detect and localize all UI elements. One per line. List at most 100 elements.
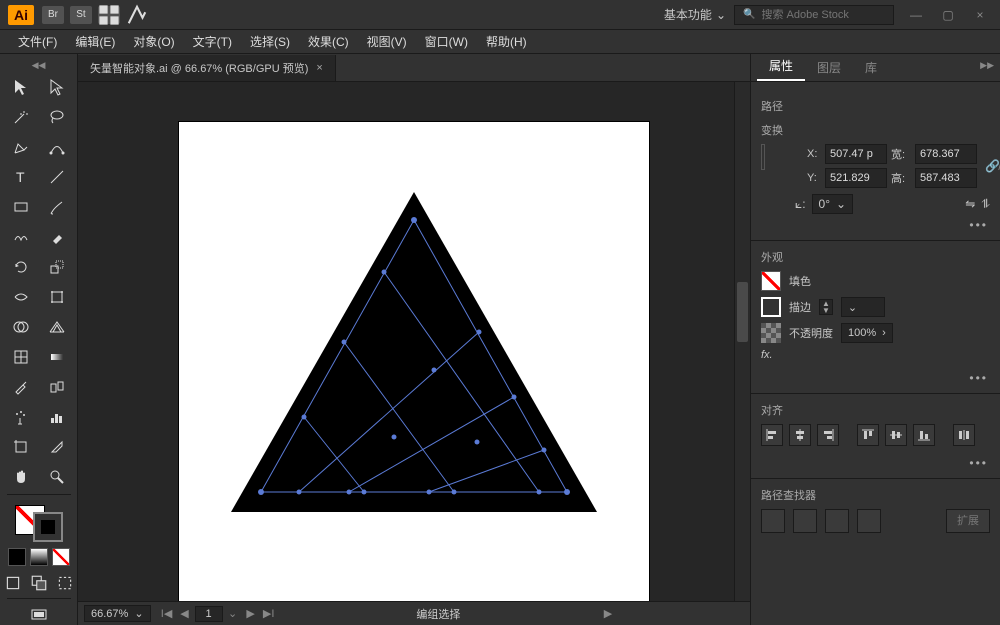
fx-label[interactable]: fx. bbox=[761, 349, 773, 361]
align-left-button[interactable] bbox=[761, 424, 783, 446]
zoom-select[interactable]: 66.67% ⌄ bbox=[84, 605, 151, 622]
menu-object[interactable]: 对象(O) bbox=[125, 30, 182, 53]
document-tab[interactable]: 矢量智能对象.ai @ 66.67% (RGB/GPU 预览) × bbox=[78, 55, 336, 81]
shaper-tool[interactable] bbox=[5, 224, 37, 250]
appearance-more-options[interactable]: ••• bbox=[761, 367, 990, 389]
flip-vertical-icon[interactable]: ⥮ bbox=[981, 197, 990, 212]
symbol-sprayer-tool[interactable] bbox=[5, 404, 37, 430]
pathfinder-expand-button[interactable]: 扩展 bbox=[946, 509, 990, 533]
y-input[interactable] bbox=[825, 168, 887, 188]
last-artboard-button[interactable]: ▶I bbox=[261, 607, 277, 620]
zoom-tool[interactable] bbox=[41, 464, 73, 490]
status-play-icon[interactable]: ▶ bbox=[600, 607, 616, 620]
search-input[interactable] bbox=[761, 9, 885, 21]
lasso-tool[interactable] bbox=[41, 104, 73, 130]
shape-builder-tool[interactable] bbox=[5, 314, 37, 340]
artboard-number-field[interactable]: 1 bbox=[195, 606, 223, 622]
pathfinder-intersect-button[interactable] bbox=[825, 509, 849, 533]
bridge-icon[interactable]: Br bbox=[42, 6, 64, 24]
scale-tool[interactable] bbox=[41, 254, 73, 280]
line-tool[interactable] bbox=[41, 164, 73, 190]
link-wh-icon[interactable]: 🔗̸ bbox=[985, 159, 1000, 173]
rectangle-tool[interactable] bbox=[5, 194, 37, 220]
eraser-tool[interactable] bbox=[41, 224, 73, 250]
close-window-button[interactable]: × bbox=[968, 8, 992, 22]
color-mode-none[interactable] bbox=[52, 548, 70, 566]
align-top-button[interactable] bbox=[857, 424, 879, 446]
free-transform-tool[interactable] bbox=[41, 284, 73, 310]
mesh-tool[interactable] bbox=[5, 344, 37, 370]
pathfinder-minus-front-button[interactable] bbox=[793, 509, 817, 533]
slice-tool[interactable] bbox=[41, 434, 73, 460]
draw-normal-icon[interactable] bbox=[2, 572, 24, 594]
flip-horizontal-icon[interactable]: ⇋ bbox=[965, 197, 975, 211]
stroke-weight-stepper[interactable]: ▲▼ bbox=[819, 299, 833, 315]
artboard-nav-dropdown[interactable]: ⌄ bbox=[225, 607, 241, 620]
scrollbar-thumb[interactable] bbox=[737, 282, 748, 342]
close-tab-icon[interactable]: × bbox=[316, 62, 322, 74]
blend-tool[interactable] bbox=[41, 374, 73, 400]
menu-effect[interactable]: 效果(C) bbox=[300, 30, 357, 53]
color-mode-gradient[interactable] bbox=[30, 548, 48, 566]
width-tool[interactable] bbox=[5, 284, 37, 310]
menu-help[interactable]: 帮助(H) bbox=[478, 30, 535, 53]
selection-tool[interactable] bbox=[5, 74, 37, 100]
align-hcenter-button[interactable] bbox=[789, 424, 811, 446]
paintbrush-tool[interactable] bbox=[41, 194, 73, 220]
column-graph-tool[interactable] bbox=[41, 404, 73, 430]
align-right-button[interactable] bbox=[817, 424, 839, 446]
gradient-tool[interactable] bbox=[41, 344, 73, 370]
reference-point-selector[interactable] bbox=[761, 144, 765, 170]
stroke-weight-input[interactable]: ⌄ bbox=[841, 297, 885, 317]
hand-tool[interactable] bbox=[5, 464, 37, 490]
direct-selection-tool[interactable] bbox=[41, 74, 73, 100]
canvas[interactable] bbox=[78, 82, 750, 601]
menu-type[interactable]: 文字(T) bbox=[185, 30, 240, 53]
first-artboard-button[interactable]: I◀ bbox=[159, 607, 175, 620]
draw-inside-icon[interactable] bbox=[54, 572, 76, 594]
draw-behind-icon[interactable] bbox=[28, 572, 50, 594]
menu-view[interactable]: 视图(V) bbox=[359, 30, 415, 53]
tab-properties[interactable]: 属性 bbox=[757, 52, 805, 81]
next-artboard-button[interactable]: ▶ bbox=[243, 607, 259, 620]
stroke-color-swatch[interactable] bbox=[761, 297, 781, 317]
prev-artboard-button[interactable]: ◀ bbox=[177, 607, 193, 620]
menu-file[interactable]: 文件(F) bbox=[10, 30, 65, 53]
tools-collapse-handle[interactable]: ◀◀ bbox=[0, 60, 77, 70]
align-more-options[interactable]: ••• bbox=[761, 452, 990, 474]
color-mode-solid[interactable] bbox=[8, 548, 26, 566]
panel-collapse-handle[interactable]: ▶▶ bbox=[980, 60, 994, 71]
perspective-grid-tool[interactable] bbox=[41, 314, 73, 340]
height-input[interactable] bbox=[915, 168, 977, 188]
arrange-docs-icon[interactable] bbox=[98, 6, 120, 24]
artwork-triangle[interactable] bbox=[229, 192, 599, 522]
menu-select[interactable]: 选择(S) bbox=[242, 30, 298, 53]
search-box[interactable]: 🔍 bbox=[734, 5, 894, 25]
distribute-button[interactable] bbox=[953, 424, 975, 446]
gpu-icon[interactable] bbox=[126, 6, 148, 24]
minimize-button[interactable]: — bbox=[904, 8, 928, 22]
pen-tool[interactable] bbox=[5, 134, 37, 160]
artboard-tool[interactable] bbox=[5, 434, 37, 460]
workspace-switcher[interactable]: 基本功能 ⌄ bbox=[656, 4, 734, 25]
curvature-tool[interactable] bbox=[41, 134, 73, 160]
artboard[interactable] bbox=[179, 122, 649, 601]
transform-more-options[interactable]: ••• bbox=[761, 214, 990, 236]
fill-stroke-swatches[interactable] bbox=[15, 505, 63, 542]
angle-input[interactable]: 0°⌄ bbox=[812, 194, 854, 214]
align-vcenter-button[interactable] bbox=[885, 424, 907, 446]
maximize-button[interactable]: ▢ bbox=[936, 8, 960, 22]
width-input[interactable] bbox=[915, 144, 977, 164]
menu-window[interactable]: 窗口(W) bbox=[417, 30, 476, 53]
vertical-scrollbar[interactable] bbox=[734, 82, 750, 601]
type-tool[interactable]: T bbox=[5, 164, 37, 190]
screen-mode-icon[interactable] bbox=[23, 605, 55, 625]
pathfinder-exclude-button[interactable] bbox=[857, 509, 881, 533]
stock-icon[interactable]: St bbox=[70, 6, 92, 24]
rotate-tool[interactable] bbox=[5, 254, 37, 280]
opacity-input[interactable]: 100% › bbox=[841, 323, 893, 343]
align-bottom-button[interactable] bbox=[913, 424, 935, 446]
eyedropper-tool[interactable] bbox=[5, 374, 37, 400]
tab-layers[interactable]: 图层 bbox=[805, 54, 853, 81]
tab-libraries[interactable]: 库 bbox=[853, 54, 889, 81]
